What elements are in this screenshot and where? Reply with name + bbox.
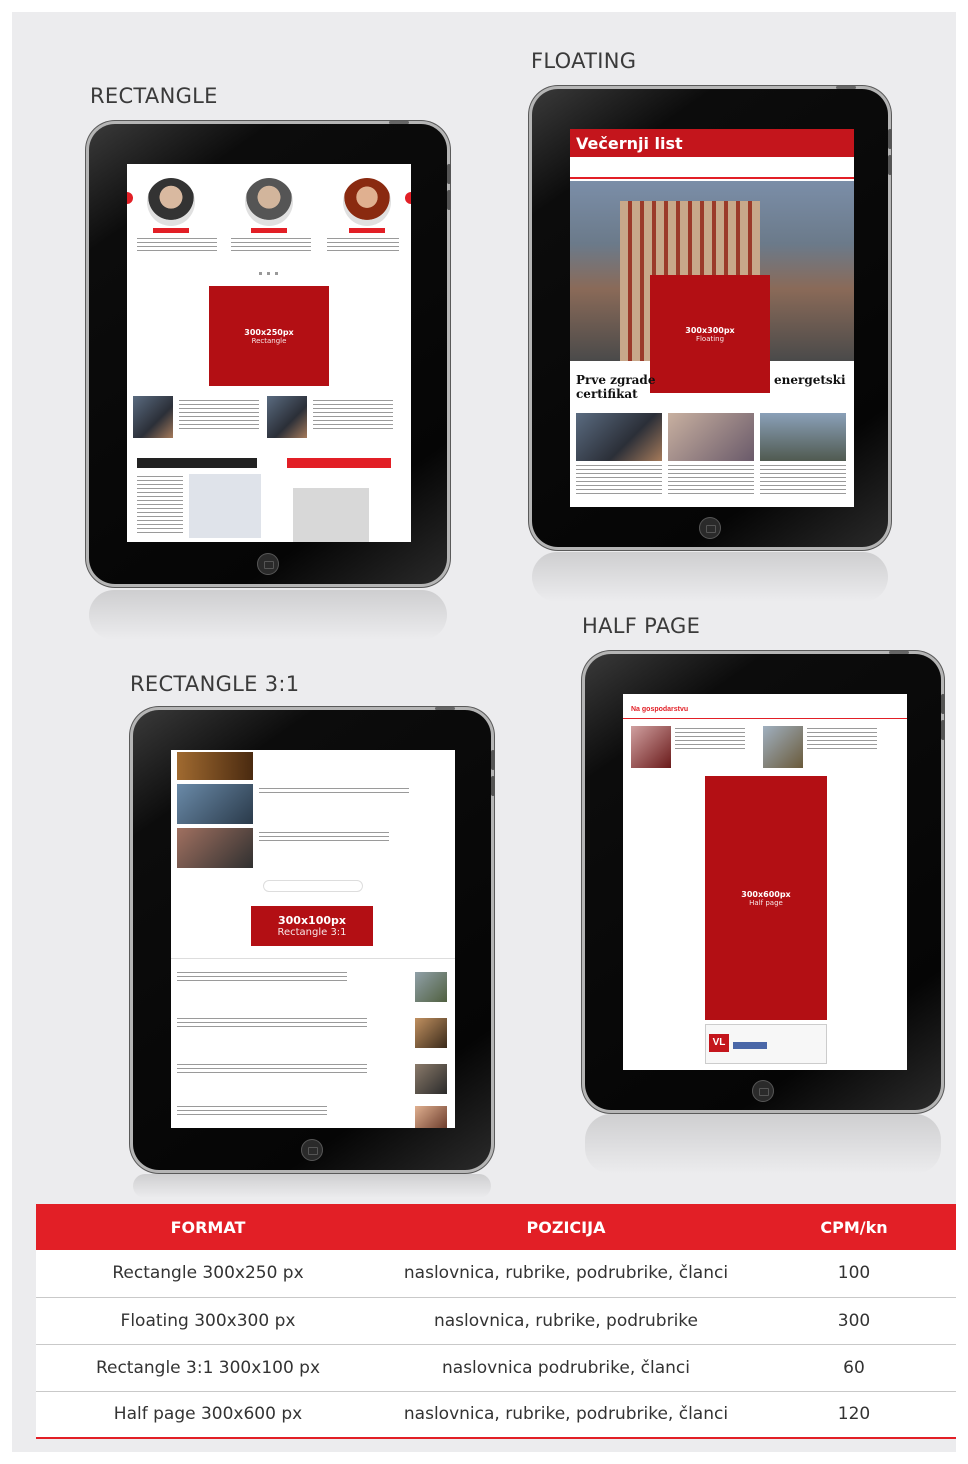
tablet-floating: Večernji list 300x300px Floating Prve zg… (532, 86, 892, 547)
cell-format: Rectangle 3:1 300x100 px (36, 1344, 380, 1392)
home-button (699, 517, 721, 539)
tablet-rectangle: 300x250px Rectangle (89, 121, 451, 584)
tablet-reflection (89, 590, 447, 640)
table-row: Rectangle 300x250 px naslovnica, rubrike… (36, 1250, 956, 1298)
cell-position: naslovnica podrubrike, članci (380, 1344, 752, 1392)
cell-cpm: 120 (752, 1391, 956, 1439)
table-row: Floating 300x300 px naslovnica, rubrike,… (36, 1297, 956, 1345)
home-button (301, 1139, 323, 1161)
ad-format-name: Rectangle (251, 336, 287, 345)
headline-right: energetski (774, 373, 846, 387)
header-format: FORMAT (170, 1217, 246, 1237)
tablet-rectangle31: 300x100px Rectangle 3:1 (133, 707, 495, 1170)
home-button (257, 553, 279, 575)
section-title: Na gospodarstvu (631, 706, 689, 713)
home-button (752, 1080, 774, 1102)
headline-left: Prve zgrade (576, 373, 656, 387)
headline-line2: certifikat (576, 387, 638, 401)
cell-format: Floating 300x300 px (36, 1297, 380, 1345)
rectangle-format-label: RECTANGLE (90, 84, 218, 108)
screen-rectangle31: 300x100px Rectangle 3:1 (171, 750, 455, 1128)
ad-halfpage-300x600[interactable]: 300x600px Half page (705, 776, 827, 1020)
table-header-row: FORMAT POZICIJA CPM/kn (36, 1204, 956, 1250)
cell-position: naslovnica, rubrike, podrubrike, članci (380, 1250, 752, 1298)
screen-floating: Večernji list 300x300px Floating Prve zg… (570, 129, 854, 507)
ad-floating-300x300[interactable]: 300x300px Floating (650, 275, 770, 393)
cell-format: Rectangle 300x250 px (36, 1250, 380, 1298)
site-logo: Večernji list (576, 134, 683, 153)
ad-size-label: 300x250px (244, 327, 294, 337)
table-row: Rectangle 3:1 300x100 px naslovnica podr… (36, 1344, 956, 1392)
rectangle31-format-label: RECTANGLE 3:1 (130, 672, 300, 696)
ad-rectangle31-300x100[interactable]: 300x100px Rectangle 3:1 (251, 906, 373, 946)
cell-position: naslovnica, rubrike, podrubrike (380, 1297, 752, 1345)
screen-rectangle: 300x250px Rectangle (127, 164, 411, 542)
cell-cpm: 100 (752, 1250, 956, 1298)
screen-halfpage: Na gospodarstvu 300x600px Half page VL (623, 694, 907, 1070)
ad-format-name: Half page (749, 898, 783, 907)
cell-format: Half page 300x600 px (36, 1391, 380, 1439)
ad-format-name: Rectangle 3:1 (277, 927, 347, 938)
ad-format-name: Floating (695, 334, 725, 343)
ad-size-label: 300x300px (685, 325, 735, 335)
tablet-reflection (532, 552, 888, 602)
ad-rectangle-300x250[interactable]: 300x250px Rectangle (209, 286, 329, 386)
header-position: POZICIJA (526, 1217, 606, 1237)
cell-position: naslovnica, rubrike, podrubrike, članci (380, 1391, 752, 1439)
ad-size-label: 300x600px (741, 889, 791, 899)
cell-cpm: 300 (752, 1297, 956, 1345)
tablet-halfpage: Na gospodarstvu 300x600px Half page VL (585, 651, 945, 1110)
ad-size-label: 300x100px (278, 914, 346, 927)
floating-format-label: FLOATING (531, 49, 637, 73)
tablet-reflection (585, 1114, 941, 1174)
cell-cpm: 60 (752, 1344, 956, 1392)
tablet-reflection (133, 1174, 491, 1198)
table-row: Half page 300x600 px naslovnica, rubrike… (36, 1391, 956, 1439)
pricing-table: FORMAT POZICIJA CPM/kn Rectangle 300x250… (36, 1204, 956, 1439)
header-cpm: CPM/kn (820, 1217, 888, 1237)
halfpage-format-label: HALF PAGE (582, 614, 701, 638)
